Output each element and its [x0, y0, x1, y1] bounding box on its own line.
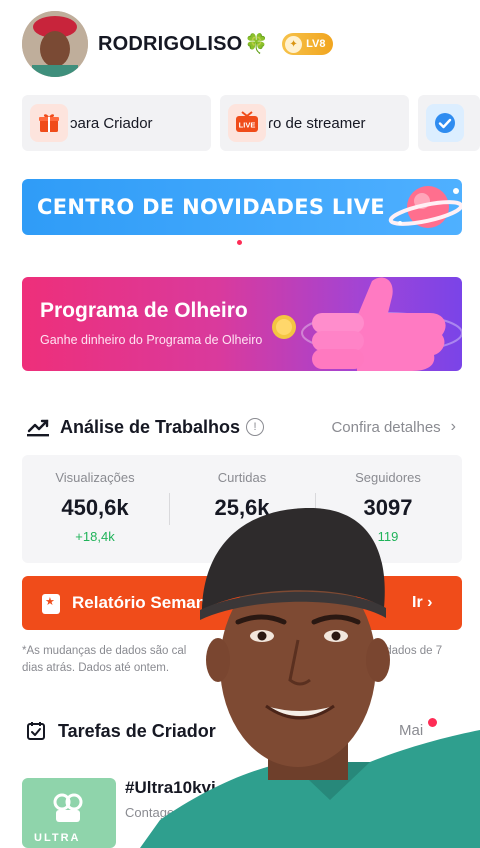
live-news-banner[interactable]: CENTRO DE NOVIDADES LIVE — [22, 179, 462, 235]
scout-program-banner[interactable]: Programa de Olheiro Ganhe dinheiro do Pr… — [22, 277, 462, 371]
profile-header: RODRIGOLISO 🍀 ✦ LV8 — [22, 10, 334, 78]
level-label: LV8 — [306, 38, 326, 50]
details-link-label: Confira detalhes — [331, 418, 441, 436]
info-icon[interactable]: ! — [246, 418, 265, 436]
shortcut-streamer-label: ɾo de streamer — [268, 114, 366, 132]
live-icon: LIVE — [228, 104, 266, 142]
avatar[interactable] — [22, 11, 88, 77]
username: RODRIGOLISO — [98, 32, 243, 55]
check-badge-icon — [426, 104, 464, 142]
shortcut-creator-label: ɔara Criador — [70, 114, 153, 132]
shortcut-row: ɔara Criador LIVE ɾo de streamer — [22, 95, 480, 151]
carousel-indicator — [237, 240, 242, 245]
stat-label: Curtidas — [217, 470, 267, 485]
shortcut-creator[interactable]: ɔara Criador — [22, 95, 211, 151]
stat-label: Visualizações — [55, 470, 135, 485]
planet-icon — [388, 186, 462, 228]
svg-text:LIVE: LIVE — [239, 121, 256, 130]
shortcut-verified[interactable] — [418, 95, 480, 151]
report-doc-icon — [42, 594, 60, 614]
scout-banner-subtitle: Ganhe dinheiro do Programa de Olheiro — [40, 333, 263, 347]
shield-icon: ✦ — [285, 35, 303, 53]
trend-chart-icon — [27, 419, 49, 437]
live-banner-text: CENTRO DE NOVIDADES LIVE — [37, 195, 385, 219]
thumb-text: ULTRA — [34, 832, 81, 844]
calendar-check-icon — [27, 722, 45, 740]
details-link[interactable]: Confira detalhes › — [331, 414, 456, 440]
level-badge[interactable]: ✦ LV8 — [282, 33, 334, 55]
chevron-right-icon: › — [450, 418, 456, 435]
analysis-header: Análise de Trabalhos ! Confira detalhes … — [26, 414, 456, 440]
analysis-title: Análise de Trabalhos — [60, 416, 241, 437]
person-photo — [140, 508, 480, 848]
shortcut-streamer[interactable]: LIVE ɾo de streamer — [220, 95, 409, 151]
clover-emoji: 🍀 — [244, 34, 269, 55]
scout-banner-title: Programa de Olheiro — [40, 299, 248, 322]
webcam-overlay — [140, 500, 480, 848]
gift-icon — [30, 104, 68, 142]
camera-icon — [53, 793, 83, 822]
task-thumbnail[interactable]: ULTRA — [22, 778, 116, 848]
stat-label: Seguidores — [355, 470, 421, 485]
thumbs-up-icon — [272, 277, 462, 371]
